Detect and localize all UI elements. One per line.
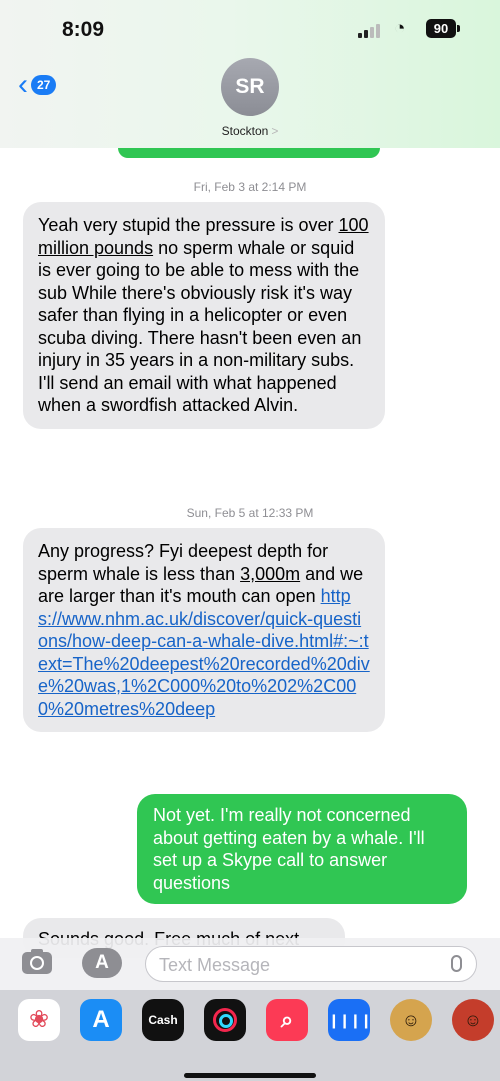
contact-name-label: Stockton	[221, 124, 269, 138]
message-field[interactable]: Text Message	[145, 946, 477, 982]
contact-name[interactable]: Stockton >	[0, 124, 500, 138]
cellular-signal-icon	[358, 22, 382, 38]
chevron-right-icon: >	[271, 124, 279, 138]
microphone-icon[interactable]	[451, 955, 462, 972]
received-message[interactable]: Any progress? Fyi deepest depth for sper…	[23, 528, 385, 732]
wifi-icon: ◔	[394, 18, 406, 39]
message-input-bar: A Text Message	[0, 938, 500, 990]
status-time: 8:09	[62, 18, 105, 41]
message-text: Yeah very stupid the pressure is over	[38, 215, 334, 235]
camera-icon[interactable]	[22, 949, 52, 974]
battery-icon: 90	[426, 19, 456, 38]
contact-avatar[interactable]: SR	[221, 58, 279, 116]
sent-message[interactable]: Not yet. I'm really not concerned about …	[137, 794, 467, 904]
cash-app-icon[interactable]: Cash	[142, 999, 184, 1041]
timestamp: Fri, Feb 3 at 2:14 PM	[193, 180, 307, 194]
message-text: no sperm whale	[153, 237, 286, 258]
received-message[interactable]: Yeah very stupid the pressure is over 10…	[23, 202, 385, 429]
unread-count-badge: 27	[31, 75, 57, 95]
timestamp: Sun, Feb 5 at 12:33 PM	[186, 506, 314, 520]
memoji-stickers-icon[interactable]: ☺	[452, 999, 494, 1041]
back-button[interactable]: ‹ 27	[18, 68, 57, 101]
message-text: or squid is ever going to be able to mes…	[38, 237, 362, 416]
messages-screen: 8:09 ◔ 90 ‹ 27 SR Stockton > Fri, Feb 3 a…	[0, 0, 500, 1081]
apps-button[interactable]: A	[82, 948, 122, 978]
memoji-icon[interactable]: ☺	[390, 999, 432, 1041]
battery-nub	[457, 25, 460, 32]
conversation-header: 8:09 ◔ 90 ‹ 27 SR Stockton >	[0, 0, 500, 148]
photos-icon[interactable]: ❀	[18, 999, 60, 1041]
previous-sent-bubble	[118, 148, 380, 158]
message-text: Not yet. I'm really not concerned about …	[153, 805, 425, 893]
app-drawer: ❀ A Cash ⌕ ❙❙❙❙ ☺ ☺	[0, 990, 500, 1081]
fitness-icon[interactable]	[204, 999, 246, 1041]
message-placeholder: Text Message	[159, 955, 271, 975]
message-detected-data[interactable]: 3,000m	[240, 564, 300, 584]
home-indicator	[184, 1073, 316, 1078]
app-store-icon[interactable]: A	[80, 999, 122, 1041]
audio-message-icon[interactable]: ❙❙❙❙	[328, 999, 372, 1041]
image-search-icon[interactable]: ⌕	[266, 999, 308, 1041]
chevron-left-icon: ‹	[18, 68, 28, 101]
cash-app-label: Cash	[148, 1013, 178, 1027]
